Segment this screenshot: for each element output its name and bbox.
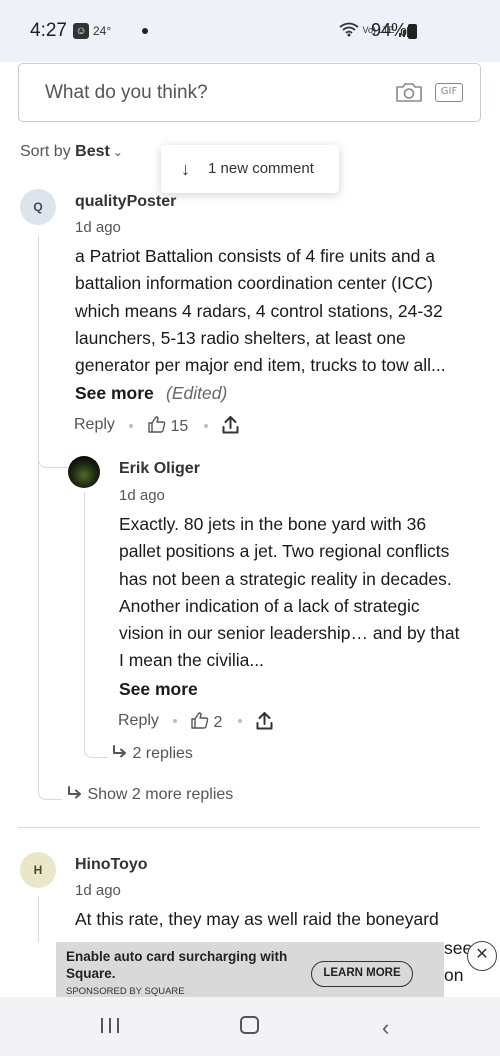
separator-dot bbox=[204, 424, 208, 428]
arrow-down-icon: ↓ bbox=[181, 159, 190, 179]
reply-button[interactable]: Reply bbox=[74, 416, 115, 434]
app-notification-icon: ☺ bbox=[73, 23, 89, 39]
comment-body: a Patriot Battalion consists of 4 fire u… bbox=[75, 243, 446, 379]
comment-author[interactable]: Erik Oliger bbox=[119, 460, 200, 478]
like-button[interactable]: 2 bbox=[191, 712, 222, 732]
like-count: 2 bbox=[213, 714, 223, 731]
comment-line: vision in our senior leadership… and by … bbox=[119, 623, 460, 644]
thread-connector bbox=[38, 776, 62, 800]
gif-button[interactable]: GIF bbox=[435, 83, 463, 102]
comment-line: has not been a strategic reality in deca… bbox=[119, 568, 452, 589]
comment-divider bbox=[18, 827, 480, 828]
view-replies-label: 2 replies bbox=[132, 745, 193, 762]
reply-arrow-icon bbox=[113, 745, 126, 758]
clock: 4:27 bbox=[30, 20, 67, 41]
share-icon bbox=[222, 416, 239, 434]
show-more-replies-link[interactable]: Show 2 more replies bbox=[67, 786, 233, 804]
separator-dot bbox=[129, 424, 133, 428]
comment-line: a Patriot Battalion consists of 4 fire u… bbox=[75, 246, 435, 266]
thumbs-up-icon bbox=[191, 712, 209, 729]
edited-label: (Edited) bbox=[166, 383, 228, 403]
back-icon[interactable]: ‹ bbox=[382, 1015, 389, 1041]
battery-icon bbox=[408, 24, 417, 39]
chevron-down-icon: ⌄ bbox=[112, 145, 123, 159]
comment-line: generator per major end item, trucks to … bbox=[75, 355, 446, 376]
thread-line bbox=[84, 492, 85, 744]
recent-apps-icon[interactable] bbox=[100, 1017, 120, 1034]
share-icon bbox=[256, 712, 273, 730]
comment-line: launchers, 5-13 radio shelters, at least… bbox=[75, 327, 406, 348]
temperature: 24° bbox=[93, 24, 112, 38]
learn-more-button[interactable]: LEARN MORE bbox=[311, 961, 413, 987]
battery-level: 94% bbox=[371, 20, 408, 40]
camera-icon[interactable] bbox=[395, 81, 423, 103]
comment-text-fragment: on bbox=[444, 965, 464, 985]
wifi-icon bbox=[339, 22, 359, 37]
avatar[interactable]: Q bbox=[20, 189, 56, 225]
comment-line: Another indication of a lack of strategi… bbox=[119, 595, 420, 616]
sort-value: Best bbox=[75, 143, 110, 160]
comment-author[interactable]: HinoToyo bbox=[75, 856, 148, 874]
share-button[interactable] bbox=[222, 415, 239, 439]
comment-body: At this rate, they may as well raid the … bbox=[75, 906, 439, 933]
ad-banner[interactable]: Enable auto card surcharging with Square… bbox=[56, 942, 444, 997]
home-icon[interactable] bbox=[240, 1016, 259, 1034]
thumbs-up-icon bbox=[148, 416, 166, 433]
comment-line: which means 4 radars, 4 control stations… bbox=[75, 300, 443, 321]
separator-dot bbox=[173, 719, 177, 723]
system-navigation-bar: ‹ bbox=[0, 997, 500, 1056]
comment-timestamp: 1d ago bbox=[119, 487, 165, 504]
notification-dot-icon bbox=[142, 28, 148, 34]
comment-composer[interactable]: GIF bbox=[18, 63, 481, 122]
status-bar: 4:27 ☺ 24° Vo) LTE 94% bbox=[0, 0, 500, 62]
see-more-link[interactable]: See more bbox=[119, 679, 198, 700]
new-comment-label: 1 new comment bbox=[208, 160, 314, 177]
show-more-replies-label: Show 2 more replies bbox=[87, 786, 234, 803]
thread-connector bbox=[38, 440, 68, 468]
thread-line bbox=[38, 896, 39, 942]
thread-line bbox=[38, 236, 39, 792]
avatar[interactable] bbox=[68, 456, 100, 488]
comment-body: Exactly. 80 jets in the bone yard with 3… bbox=[119, 511, 459, 675]
thread-connector bbox=[84, 730, 108, 758]
separator-dot bbox=[238, 719, 242, 723]
sort-dropdown[interactable]: Sort by Best ⌄ bbox=[20, 143, 123, 161]
share-button[interactable] bbox=[256, 711, 273, 735]
comment-line: battalion information coordination cente… bbox=[75, 273, 433, 294]
comment-input[interactable] bbox=[45, 82, 365, 104]
sort-prefix: Sort by bbox=[20, 143, 71, 160]
comment-line: At this rate, they may as well raid the … bbox=[75, 909, 439, 929]
like-count: 15 bbox=[170, 418, 189, 435]
reply-button[interactable]: Reply bbox=[118, 712, 159, 730]
ad-sponsor: SPONSORED BY SQUARE bbox=[66, 986, 185, 997]
comment-line: Exactly. 80 jets in the bone yard with 3… bbox=[119, 514, 427, 534]
close-icon[interactable]: ✕ bbox=[467, 941, 497, 971]
reply-arrow-icon bbox=[68, 786, 81, 799]
comment-author[interactable]: qualityPoster bbox=[75, 193, 176, 211]
view-replies-link[interactable]: 2 replies bbox=[112, 745, 193, 763]
new-comment-toast[interactable]: ↓ 1 new comment bbox=[161, 145, 339, 193]
like-button[interactable]: 15 bbox=[148, 416, 188, 436]
comment-line: I mean the civilia... bbox=[119, 650, 264, 671]
avatar[interactable]: H bbox=[20, 852, 56, 888]
see-more-link[interactable]: See more bbox=[75, 383, 154, 404]
ad-title: Enable auto card surcharging with Square… bbox=[66, 949, 288, 981]
comment-line: pallet positions a jet. Two regional con… bbox=[119, 541, 450, 562]
comment-timestamp: 1d ago bbox=[75, 882, 121, 899]
comment-timestamp: 1d ago bbox=[75, 219, 121, 236]
